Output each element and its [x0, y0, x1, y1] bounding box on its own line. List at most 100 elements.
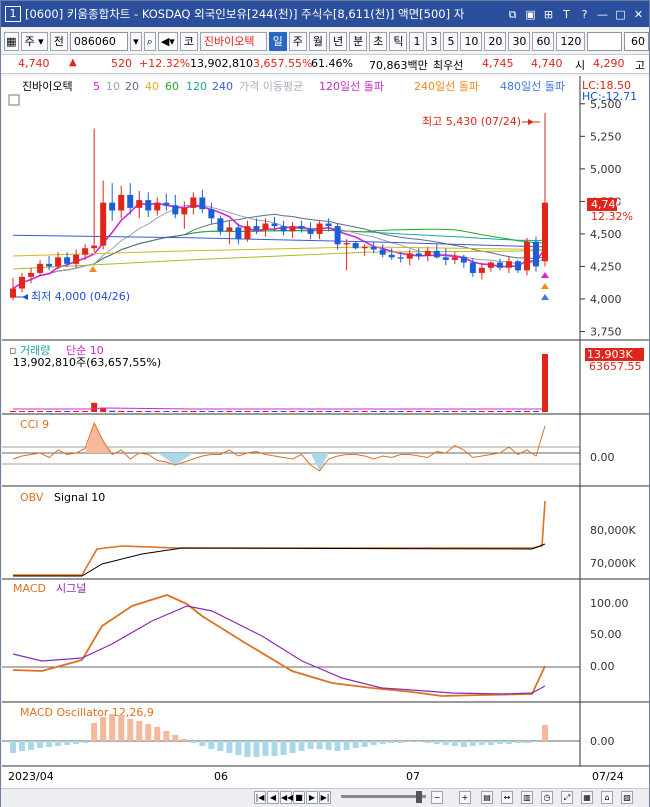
candle-body — [388, 254, 395, 258]
volume-bar — [181, 411, 188, 412]
candle-body — [496, 262, 503, 268]
volume-bar — [163, 411, 170, 412]
candle-body — [424, 250, 431, 257]
price-axis-label: 4,000 — [590, 293, 622, 306]
period-tab-tick[interactable]: 틱 — [389, 31, 408, 51]
close-icon[interactable]: ✕ — [631, 7, 646, 22]
menu-grid-icon[interactable]: ▦ — [4, 31, 19, 51]
copy-icon[interactable]: ▣ — [523, 7, 538, 22]
market-button[interactable]: 코 — [179, 31, 198, 51]
oscillator-bar — [433, 741, 440, 744]
volume-bar — [217, 411, 224, 412]
stock-code-input[interactable]: 086060 — [69, 31, 129, 51]
interval-10[interactable]: 10 — [460, 31, 483, 51]
tool-icon-2[interactable]: ↔ — [501, 791, 513, 804]
count-input[interactable]: 60 — [624, 31, 649, 51]
volume-bar — [316, 411, 323, 412]
tool-icon-3[interactable]: ▥ — [521, 791, 533, 804]
minimize-icon[interactable]: — — [595, 7, 610, 22]
period-tab-month[interactable]: 월 — [308, 31, 327, 51]
interval-5[interactable]: 5 — [443, 31, 459, 51]
candle-body — [514, 261, 521, 271]
title-bar[interactable]: 1 [0600] 키움종합차트 - KOSDAQ 외국인보유[244(천)] 주… — [1, 1, 649, 27]
tool-icon-5[interactable]: ⤢ — [561, 791, 573, 804]
tool-icon-7[interactable]: ⌂ — [601, 791, 613, 804]
panel-toggle-icon[interactable] — [8, 94, 20, 106]
turnover-rate: 61.46% — [311, 57, 353, 70]
scroll-next-icon[interactable]: ▶ — [306, 791, 318, 804]
interval-custom-input[interactable] — [587, 31, 623, 51]
sound-icon[interactable]: ◀▾ — [157, 31, 178, 51]
candle-body — [469, 262, 476, 273]
period-tab-day[interactable]: 일 — [268, 31, 287, 51]
period-select[interactable]: 주 ▾ — [20, 31, 48, 51]
volume-bar — [226, 411, 233, 412]
help-icon[interactable]: ? — [577, 7, 592, 22]
xaxis-label-jun: 06 — [214, 770, 228, 783]
zoom-in-icon[interactable]: + — [459, 791, 471, 804]
candle-body — [10, 288, 16, 298]
oscillator-bar — [73, 741, 80, 744]
interval-3[interactable]: 3 — [426, 31, 442, 51]
candle-body — [379, 249, 386, 255]
open-label: 시 — [575, 59, 586, 72]
interval-120[interactable]: 120 — [556, 31, 586, 51]
oscillator-bar — [505, 741, 512, 744]
interval-1[interactable]: 1 — [409, 31, 425, 51]
volume-bar — [118, 410, 125, 412]
candle-body — [542, 202, 548, 262]
bottom-scrollbar[interactable]: |◀ ◀ ◀◀ ■ ▶ ▶| − + ▤ ↔ ▥ ◷ ⤢ ▦ ⌂ ▧ — [1, 788, 649, 807]
tool-icon-8[interactable]: ▧ — [621, 791, 633, 804]
scroll-prev-icon[interactable]: ◀ — [267, 791, 279, 804]
up-arrow-icon: ▲ — [69, 57, 77, 68]
volume-tag-text-2: 63657.55 — [589, 360, 642, 373]
low-note: 최저 4,000 (04/26) — [31, 290, 130, 303]
quote-bar: 4,740 ▲ 520 +12.32% 13,902,810 3,657.55%… — [1, 54, 649, 74]
candle-body — [145, 200, 152, 211]
candle-body — [262, 223, 269, 231]
search-icon[interactable]: ⌕ — [143, 31, 156, 51]
stock-name-field[interactable]: 진바이오텍 — [199, 31, 267, 51]
period-label: 주 — [24, 34, 35, 48]
zoom-out-icon[interactable]: − — [431, 791, 443, 804]
lock-icon[interactable]: ⊞ — [541, 7, 556, 22]
prev-button[interactable]: 전 — [49, 31, 68, 51]
chart-area[interactable]: 진바이오텍 5 10 20 40 60 120 240 가격 이동평균 120일… — [2, 76, 649, 788]
price-axis-label: 5,000 — [590, 163, 622, 176]
scroll-last-icon[interactable]: ▶| — [319, 791, 331, 804]
volume-bar — [505, 411, 512, 412]
period-tab-second[interactable]: 초 — [369, 31, 388, 51]
candle-body — [136, 200, 143, 208]
oscillator-bar — [343, 741, 350, 750]
dropdown-icon[interactable]: ▾ — [130, 31, 142, 51]
scroll-back-icon[interactable]: ◀◀ — [280, 791, 293, 804]
period-tab-minute[interactable]: 분 — [349, 31, 368, 51]
tool-icon-4[interactable]: ◷ — [541, 791, 553, 804]
volume-bar — [370, 411, 377, 412]
tool-icon-6[interactable]: ▦ — [581, 791, 593, 804]
volume-bar — [542, 354, 548, 412]
zoom-slider-handle[interactable] — [416, 791, 422, 803]
period-tab-year[interactable]: 년 — [328, 31, 348, 51]
volume-bar — [532, 411, 539, 412]
cci-axis-zero: 0.00 — [590, 451, 615, 464]
maximize-icon[interactable]: □ — [613, 7, 628, 22]
interval-30[interactable]: 30 — [508, 31, 531, 51]
text-icon[interactable]: T — [559, 7, 574, 22]
period-tab-week[interactable]: 주 — [288, 31, 307, 51]
interval-20[interactable]: 20 — [484, 31, 507, 51]
restore-icon[interactable]: ⧉ — [505, 7, 520, 22]
oscillator-bar — [154, 727, 161, 741]
interval-60[interactable]: 60 — [532, 31, 555, 51]
volume-value: 13,902,810 — [190, 57, 253, 70]
zoom-slider-track[interactable] — [341, 795, 426, 798]
candle-body — [271, 223, 278, 227]
volume-bar — [109, 410, 116, 412]
price-axis-label: 4,500 — [590, 228, 622, 241]
volume-bar — [253, 411, 260, 412]
best-bid: 4,740 — [531, 57, 563, 70]
scroll-first-icon[interactable]: |◀ — [254, 791, 266, 804]
scroll-stop-icon[interactable]: ■ — [293, 791, 305, 804]
tool-icon-1[interactable]: ▤ — [481, 791, 493, 804]
volume-bar — [406, 411, 413, 412]
